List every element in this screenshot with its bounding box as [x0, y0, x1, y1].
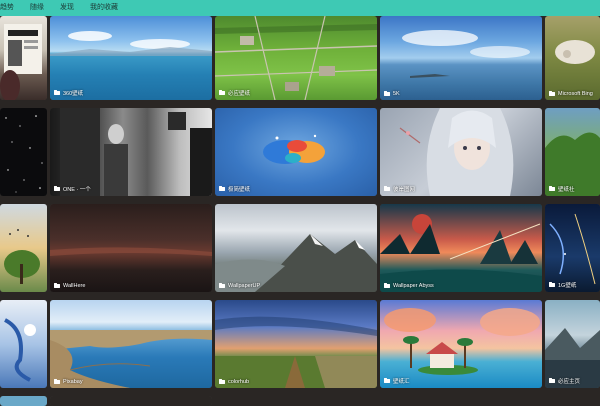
wallpaper-grid: 360壁纸 必应壁纸 5K Microsoft Bing ONE · 一个 极简… [0, 16, 600, 406]
folder-icon [384, 378, 390, 383]
nav-random[interactable]: 随缘 [30, 0, 44, 16]
wallpaper-tile[interactable]: 必应主页 [545, 300, 600, 388]
tile-label: 极简壁纸 [219, 185, 250, 193]
wallpaper-tile[interactable]: 360壁纸 [50, 16, 212, 100]
tile-label: 5K [384, 91, 400, 97]
nav-trending[interactable]: 趋势 [0, 0, 14, 16]
tile-label: colorhub [219, 379, 249, 385]
tile-label: 彼岸图网 [384, 185, 415, 193]
tile-label: 1G壁纸 [549, 281, 576, 289]
nav-discover[interactable]: 发现 [60, 0, 74, 16]
folder-icon [219, 379, 225, 384]
wallpaper-tile[interactable]: Microsoft Bing [545, 16, 600, 100]
wallpaper-tile[interactable]: WallHere [50, 204, 212, 292]
top-nav-bar: 趋势 随缘 发现 我的收藏 [0, 0, 600, 16]
tile-label: WallpaperUP [219, 283, 260, 289]
wallpaper-tile[interactable] [0, 204, 47, 292]
wallpaper-tile[interactable] [0, 16, 47, 100]
nav-favorites[interactable]: 我的收藏 [90, 0, 118, 16]
wallpaper-tile[interactable]: 壁纸社 [545, 108, 600, 196]
folder-icon [549, 186, 555, 191]
folder-icon [219, 283, 225, 288]
tile-label: 必应主页 [549, 377, 580, 385]
wallpaper-tile[interactable]: colorhub [215, 300, 377, 388]
wallpaper-tile[interactable]: 5K [380, 16, 542, 100]
folder-icon [549, 282, 555, 287]
tile-label: Wallpaper Abyss [384, 283, 434, 289]
folder-icon [54, 90, 60, 95]
wallpaper-tile[interactable]: 极简壁纸 [215, 108, 377, 196]
wallpaper-tile[interactable]: 必应壁纸 [215, 16, 377, 100]
tile-label: 360壁纸 [54, 89, 83, 97]
folder-icon [384, 283, 390, 288]
wallpaper-tile[interactable]: ONE · 一个 [50, 108, 212, 196]
wallpaper-tile[interactable]: 壁纸汇 [380, 300, 542, 388]
wallpaper-tile[interactable]: 1G壁纸 [545, 204, 600, 292]
wallpaper-tile[interactable] [0, 396, 47, 406]
folder-icon [549, 91, 555, 96]
folder-icon [54, 379, 60, 384]
tile-label: WallHere [54, 283, 85, 289]
wallpaper-tile[interactable]: Wallpaper Abyss [380, 204, 542, 292]
tile-label: Pixabay [54, 379, 83, 385]
wallpaper-tile[interactable]: 彼岸图网 [380, 108, 542, 196]
folder-icon [384, 91, 390, 96]
folder-icon [219, 90, 225, 95]
folder-icon [219, 186, 225, 191]
folder-icon [54, 283, 60, 288]
tile-label: 壁纸汇 [384, 377, 410, 385]
tile-label: 壁纸社 [549, 185, 575, 193]
wallpaper-tile[interactable] [50, 396, 212, 406]
folder-icon [384, 186, 390, 191]
tile-label: ONE · 一个 [54, 185, 91, 193]
wallpaper-tile[interactable] [0, 300, 47, 388]
tile-label: 必应壁纸 [219, 89, 250, 97]
wallpaper-tile[interactable] [0, 108, 47, 196]
tile-label: Microsoft Bing [549, 91, 593, 97]
wallpaper-tile[interactable]: Pixabay [50, 300, 212, 388]
wallpaper-tile[interactable]: WallpaperUP [215, 204, 377, 292]
folder-icon [549, 378, 555, 383]
folder-icon [54, 186, 60, 191]
